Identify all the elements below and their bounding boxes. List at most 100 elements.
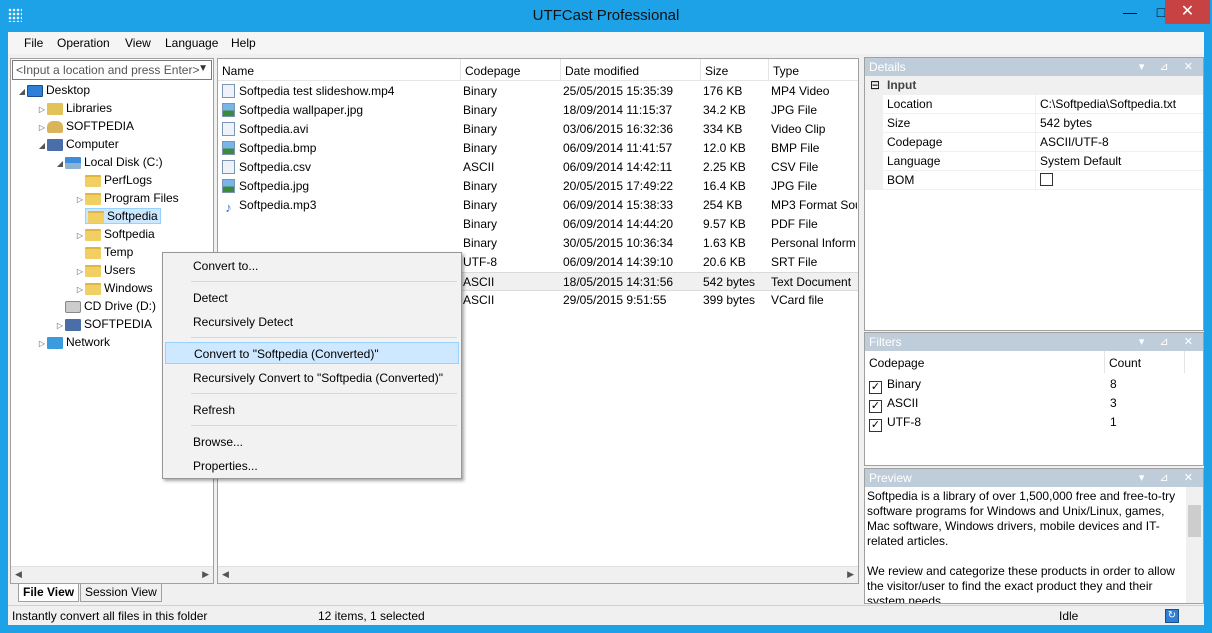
file-row[interactable]: Binary 30/05/2015 10:36:34 1.63 KB Personal… (218, 234, 858, 253)
property-group-input[interactable]: ⊟ Input (865, 76, 1203, 95)
column-codepage[interactable]: Codepage (461, 59, 561, 81)
tree-node-local-disk[interactable]: ◢ Local Disk (C:) (55, 153, 163, 171)
tree-node-windows[interactable]: ▷ Windows (75, 279, 153, 297)
tree-label: Softpedia (104, 227, 155, 241)
file-row[interactable]: Softpedia wallpaper.jpg Binary 18/09/2014 … (218, 101, 858, 120)
panel-buttons[interactable]: ▾ ⊿ ✕ (1139, 58, 1199, 76)
property-location[interactable]: Location C:\Softpedia\Softpedia.txt (865, 95, 1203, 114)
column-date-modified[interactable]: Date modified (561, 59, 701, 81)
files-horizontal-scrollbar[interactable]: ◀ ▶ (218, 566, 858, 583)
filter-checkbox[interactable]: ✓ (869, 400, 882, 413)
filter-column-codepage[interactable]: Codepage (865, 351, 1105, 373)
column-size[interactable]: Size (701, 59, 769, 81)
property-value[interactable] (1035, 171, 1203, 190)
tree-node-softpedia-2[interactable]: ▷ Softpedia (75, 225, 155, 243)
chevron-down-icon[interactable]: ▼ (198, 63, 208, 74)
scroll-right-icon[interactable]: ▶ (202, 569, 209, 580)
column-name[interactable]: Name (218, 59, 461, 81)
file-row[interactable]: Softpedia.jpg Binary 20/05/2015 17:49:22 16… (218, 177, 858, 196)
panel-buttons[interactable]: ▾ ⊿ ✕ (1139, 469, 1199, 487)
tree-node-temp[interactable]: Temp (75, 243, 133, 261)
menu-item-convert-to[interactable]: Convert to... (165, 255, 459, 277)
menu-view[interactable]: View (125, 36, 151, 50)
scroll-right-icon[interactable]: ▶ (847, 569, 854, 580)
file-row[interactable]: Binary 06/09/2014 14:44:20 9.57 KB PDF File (218, 215, 858, 234)
file-row[interactable]: Softpedia.csv ASCII 06/09/2014 14:42:11 2.2… (218, 158, 858, 177)
tree-horizontal-scrollbar[interactable]: ◀ ▶ (11, 566, 213, 583)
filter-row-binary[interactable]: ✓ Binary 8 (865, 375, 1185, 394)
close-button[interactable]: ✕ (1165, 0, 1210, 24)
bom-checkbox[interactable] (1040, 173, 1053, 186)
tree-node-program-files[interactable]: ▷ Program Files (75, 189, 179, 207)
file-type: CSV File (771, 158, 857, 177)
tree-node-users[interactable]: ▷ Users (75, 261, 135, 279)
tree-node-softpedia-selected[interactable]: Softpedia (75, 207, 161, 225)
preview-title-bar[interactable]: Preview ▾ ⊿ ✕ (865, 469, 1203, 487)
file-type: SRT File (771, 253, 857, 272)
property-value[interactable]: C:\Softpedia\Softpedia.txt (1035, 95, 1203, 114)
scroll-left-icon[interactable]: ◀ (15, 569, 22, 580)
libraries-icon (47, 102, 63, 115)
title-bar[interactable]: UTFCast Professional — □ ✕ (0, 0, 1212, 32)
tree-node-desktop[interactable]: ◢ Desktop (17, 81, 90, 99)
location-input[interactable]: <Input a location and press Enter> ▼ (12, 60, 212, 80)
filter-column-count[interactable]: Count (1105, 351, 1185, 373)
file-size: 542 bytes (703, 273, 767, 292)
text-file-icon (222, 160, 235, 174)
sync-icon[interactable]: ↻ (1165, 609, 1179, 623)
menu-item-browse[interactable]: Browse... (165, 431, 459, 453)
property-language[interactable]: Language System Default (865, 152, 1203, 171)
cell-text: Softpedia.mp3 (239, 198, 317, 212)
menu-item-refresh[interactable]: Refresh (165, 399, 459, 421)
property-value[interactable]: ASCII/UTF-8 (1035, 133, 1203, 152)
menu-operation[interactable]: Operation (57, 36, 110, 50)
collapse-icon[interactable]: ⊟ (870, 76, 880, 95)
panel-buttons[interactable]: ▾ ⊿ ✕ (1139, 333, 1199, 351)
property-value[interactable]: 542 bytes (1035, 114, 1203, 133)
filter-row-ascii[interactable]: ✓ ASCII 3 (865, 394, 1185, 413)
tree-node-network[interactable]: ▷ Network (37, 333, 110, 351)
file-codepage: Binary (463, 234, 559, 253)
property-bom[interactable]: BOM (865, 171, 1203, 190)
menu-item-properties[interactable]: Properties... (165, 455, 459, 477)
filter-row-utf8[interactable]: ✓ UTF-8 1 (865, 413, 1185, 432)
tab-file-view[interactable]: File View (18, 584, 80, 602)
menu-item-recursively-detect[interactable]: Recursively Detect (165, 311, 459, 333)
filters-title-bar[interactable]: Filters ▾ ⊿ ✕ (865, 333, 1203, 351)
tree-node-network-drive[interactable]: ▷ SOFTPEDIA (55, 315, 152, 333)
tree-node-cd-drive[interactable]: CD Drive (D:) (55, 297, 156, 315)
scroll-left-icon[interactable]: ◀ (222, 569, 229, 580)
menu-language[interactable]: Language (165, 36, 218, 50)
menu-item-recursively-convert[interactable]: Recursively Convert to "Softpedia (Conve… (165, 367, 459, 389)
menu-file[interactable]: File (24, 36, 43, 50)
collapse-icon[interactable]: ◢ (37, 137, 47, 155)
details-panel: Details ▾ ⊿ ✕ ⊟ Input Location C:\Softped… (864, 57, 1204, 331)
file-row[interactable]: Softpedia.avi Binary 03/06/2015 16:32:36 33… (218, 120, 858, 139)
expand-icon[interactable]: ▷ (37, 335, 47, 353)
menu-item-convert-to-softpedia[interactable]: Convert to "Softpedia (Converted)" (165, 342, 459, 364)
file-row[interactable]: Softpedia test slideshow.mp4 Binary 25/05/… (218, 82, 858, 101)
property-value[interactable]: System Default (1035, 152, 1203, 171)
menu-item-detect[interactable]: Detect (165, 287, 459, 309)
preview-scrollbar[interactable] (1186, 487, 1203, 603)
tree-node-computer[interactable]: ◢ Computer (37, 135, 119, 153)
tree-node-softpedia-user[interactable]: ▷ SOFTPEDIA (37, 117, 134, 135)
tree-node-libraries[interactable]: ▷ Libraries (37, 99, 112, 117)
tab-session-view[interactable]: Session View (80, 584, 162, 602)
details-title-bar[interactable]: Details ▾ ⊿ ✕ (865, 58, 1203, 76)
tree-node-perflogs[interactable]: PerfLogs (75, 171, 152, 189)
filter-checkbox[interactable]: ✓ (869, 419, 882, 432)
scroll-thumb[interactable] (1188, 505, 1201, 537)
minimize-button[interactable]: — (1115, 0, 1145, 24)
file-row[interactable]: Softpedia.bmp Binary 06/09/2014 11:41:57 12… (218, 139, 858, 158)
selected-node[interactable]: Softpedia (85, 208, 161, 224)
column-type[interactable]: Type (769, 59, 858, 81)
property-codepage[interactable]: Codepage ASCII/UTF-8 (865, 133, 1203, 152)
file-row[interactable]: ♪ Softpedia.mp3 Binary 06/09/2014 15:38:33 2… (218, 196, 858, 215)
filter-checkbox[interactable]: ✓ (869, 381, 882, 394)
file-codepage: Binary (463, 196, 559, 215)
collapse-icon[interactable]: ◢ (55, 155, 65, 173)
collapse-icon[interactable]: ◢ (17, 83, 27, 101)
menu-help[interactable]: Help (231, 36, 256, 50)
property-size[interactable]: Size 542 bytes (865, 114, 1203, 133)
